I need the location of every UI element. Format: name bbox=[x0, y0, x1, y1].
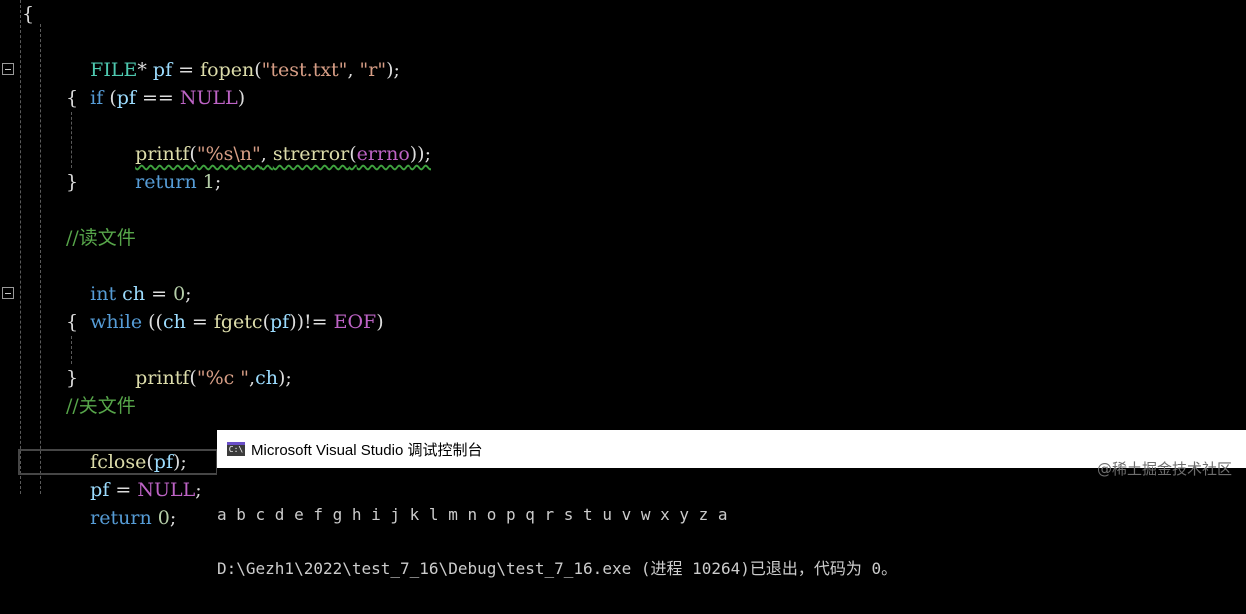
code-line-printf-error: printf("%s\n", strerror(errno)); bbox=[135, 143, 431, 165]
code-line-printf-char: printf("%c ",ch); bbox=[135, 367, 292, 389]
console-output: a b c d e f g h i j k l m n o p q r s t … bbox=[217, 470, 1246, 614]
code-line-if: if (pf == NULL) bbox=[90, 87, 246, 109]
comment-close-file: //关文件 bbox=[66, 395, 136, 417]
open-brace: { bbox=[22, 3, 35, 25]
debug-console-window[interactable]: C:\ Microsoft Visual Studio 调试控制台 a b c … bbox=[217, 430, 1246, 578]
code-line-pf-null: pf = NULL; bbox=[90, 479, 202, 501]
code-line-fclose: fclose(pf); bbox=[90, 451, 187, 473]
code-line-while: while ((ch = fgetc(pf))!= EOF) bbox=[90, 311, 384, 333]
console-title-bar[interactable]: C:\ Microsoft Visual Studio 调试控制台 bbox=[217, 430, 921, 468]
console-app-icon: C:\ bbox=[227, 442, 245, 456]
brace-open-if: { bbox=[66, 87, 79, 109]
console-title: Microsoft Visual Studio 调试控制台 bbox=[251, 441, 483, 459]
code-line-return-1: return 1; bbox=[135, 171, 222, 193]
collapse-if-icon[interactable] bbox=[2, 63, 14, 75]
brace-close-while: } bbox=[66, 367, 79, 389]
watermark: @稀土掘金技术社区 bbox=[1096, 460, 1232, 478]
console-output-line: D:\Gezh1\2022\test_7_16\Debug\test_7_16.… bbox=[217, 559, 898, 578]
indent-guide bbox=[20, 0, 21, 494]
console-output-line: a b c d e f g h i j k l m n o p q r s t … bbox=[217, 505, 728, 524]
indent-guide bbox=[40, 24, 41, 494]
code-line-fopen: FILE* pf = fopen("test.txt", "r"); bbox=[90, 59, 400, 81]
code-line-return-0: return 0; bbox=[90, 507, 177, 529]
brace-close-if: } bbox=[66, 171, 79, 193]
brace-open-while: { bbox=[66, 311, 79, 333]
code-line-int-ch: int ch = 0; bbox=[90, 283, 192, 305]
code-editor[interactable]: { FILE* pf = fopen("test.txt", "r"); if … bbox=[0, 0, 1246, 529]
comment-read-file: //读文件 bbox=[66, 227, 136, 249]
editor-gutter bbox=[0, 0, 50, 494]
collapse-while-icon[interactable] bbox=[2, 287, 14, 299]
